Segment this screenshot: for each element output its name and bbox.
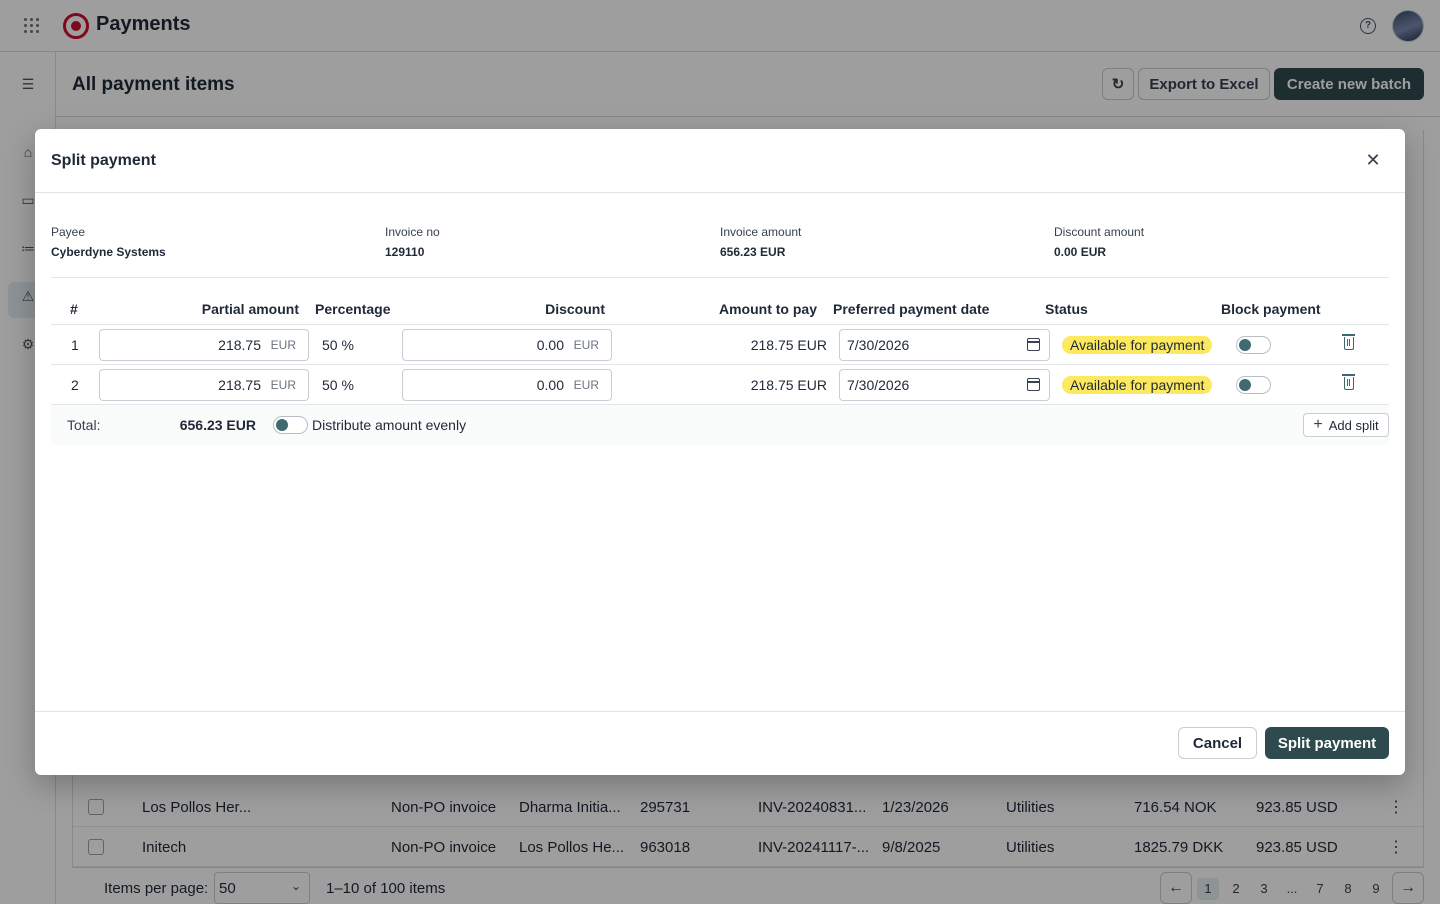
block-payment-toggle[interactable] <box>1236 336 1271 354</box>
discount-input[interactable]: 0.00 EUR <box>402 329 612 361</box>
preferred-date-input[interactable]: 7/30/2026 <box>839 329 1050 361</box>
plus-icon: + <box>1313 416 1323 433</box>
preferred-date-value: 7/30/2026 <box>847 337 910 353</box>
invoice-amount-label: Invoice amount <box>720 225 802 239</box>
currency-suffix: EUR <box>573 378 599 392</box>
distribute-evenly-label: Distribute amount evenly <box>312 417 467 433</box>
trash-icon[interactable] <box>1342 334 1355 350</box>
cancel-button[interactable]: Cancel <box>1178 727 1257 759</box>
toggle-knob <box>276 419 288 431</box>
discount-input[interactable]: 0.00 EUR <box>402 369 612 401</box>
payee-value: Cyberdyne Systems <box>51 245 166 259</box>
invoice-no-value: 129110 <box>385 245 425 259</box>
split-row: 1 218.75 EUR 50 % 0.00 EUR 218.75 EUR 7/… <box>51 325 1389 365</box>
split-payment-dialog: Split payment ✕ Payee Cyberdyne Systems … <box>35 129 1405 775</box>
percentage-value: 50 % <box>322 337 354 353</box>
amount-to-pay-value: 218.75 EUR <box>750 337 827 353</box>
currency-suffix: EUR <box>270 338 296 352</box>
column-header-percentage: Percentage <box>315 301 391 317</box>
partial-amount-input[interactable]: 218.75 EUR <box>99 369 309 401</box>
discount-value: 0.00 <box>536 337 564 353</box>
trash-icon[interactable] <box>1342 374 1355 390</box>
discount-amount-value: 0.00 EUR <box>1054 245 1107 259</box>
toggle-knob <box>1239 379 1251 391</box>
currency-suffix: EUR <box>270 378 296 392</box>
currency-suffix: EUR <box>573 338 599 352</box>
split-payment-button[interactable]: Split payment <box>1265 727 1389 759</box>
split-index: 2 <box>71 377 79 393</box>
add-split-label: Add split <box>1328 417 1379 433</box>
partial-amount-value: 218.75 <box>218 337 261 353</box>
close-icon[interactable]: ✕ <box>1365 151 1381 169</box>
total-value: 656.23 EUR <box>179 417 256 433</box>
split-row: 2 218.75 EUR 50 % 0.00 EUR 218.75 EUR 7/… <box>51 365 1389 405</box>
column-header-block-payment: Block payment <box>1221 301 1321 317</box>
status-badge: Available for payment <box>1062 376 1213 394</box>
amount-to-pay-value: 218.75 EUR <box>750 377 827 393</box>
partial-amount-input[interactable]: 218.75 EUR <box>99 329 309 361</box>
discount-amount-label: Discount amount <box>1054 225 1145 239</box>
column-header-index: # <box>70 301 78 317</box>
preferred-date-input[interactable]: 7/30/2026 <box>839 369 1050 401</box>
preferred-date-value: 7/30/2026 <box>847 377 910 393</box>
column-header-partial-amount: Partial amount <box>201 301 299 317</box>
dialog-title: Split payment <box>51 152 156 169</box>
invoice-no-label: Invoice no <box>385 225 440 239</box>
divider <box>35 192 1405 193</box>
toggle-knob <box>1239 339 1251 351</box>
percentage-value: 50 % <box>322 377 354 393</box>
calendar-icon[interactable] <box>1027 338 1040 351</box>
total-row: Total: 656.23 EUR Distribute amount even… <box>51 405 1389 445</box>
partial-amount-value: 218.75 <box>218 377 261 393</box>
payee-label: Payee <box>51 225 86 239</box>
column-header-status: Status <box>1045 301 1088 317</box>
status-badge: Available for payment <box>1062 336 1213 354</box>
column-header-preferred-date: Preferred payment date <box>833 301 990 317</box>
block-payment-toggle[interactable] <box>1236 376 1271 394</box>
discount-value: 0.00 <box>536 377 564 393</box>
column-header-discount: Discount <box>545 301 605 317</box>
invoice-amount-value: 656.23 EUR <box>720 245 786 259</box>
split-index: 1 <box>71 337 79 353</box>
divider <box>51 277 1389 278</box>
divider <box>35 711 1405 712</box>
column-header-amount-to-pay: Amount to pay <box>719 301 817 317</box>
total-label: Total: <box>67 417 101 433</box>
add-split-button[interactable]: + Add split <box>1303 413 1389 437</box>
distribute-evenly-toggle[interactable] <box>273 416 308 434</box>
calendar-icon[interactable] <box>1027 378 1040 391</box>
